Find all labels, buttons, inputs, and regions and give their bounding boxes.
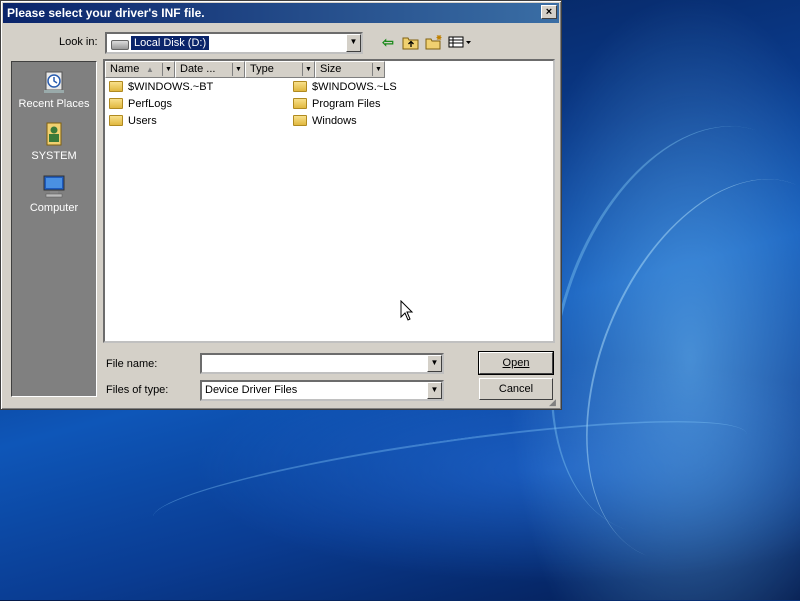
- place-system[interactable]: SYSTEM: [12, 120, 96, 162]
- file-name: Program Files: [312, 98, 381, 110]
- chevron-down-icon[interactable]: ▼: [427, 355, 442, 372]
- place-recent-places[interactable]: Recent Places: [12, 68, 96, 110]
- look-in-label: Look in:: [59, 36, 98, 48]
- computer-icon: [43, 175, 65, 198]
- local-disk-icon: [111, 40, 129, 50]
- close-icon: ×: [545, 6, 553, 18]
- user-folder-icon: [46, 122, 62, 146]
- folder-icon: [293, 98, 307, 109]
- wallpaper-band: [147, 398, 753, 554]
- column-label: Name: [110, 63, 140, 75]
- resize-grip-icon[interactable]: ◢: [549, 397, 559, 407]
- folder-icon: [293, 115, 307, 126]
- column-label: Type: [250, 63, 274, 75]
- place-label: SYSTEM: [31, 150, 77, 162]
- list-item[interactable]: $WINDOWS.~LS: [293, 79, 397, 95]
- file-name: Users: [128, 115, 157, 127]
- column-label: Size: [320, 63, 342, 75]
- folder-icon: [109, 115, 123, 126]
- folder-icon: [109, 81, 123, 92]
- open-button-label: Open: [502, 357, 530, 369]
- sort-ascending-icon: ▲: [146, 65, 154, 74]
- list-item[interactable]: Program Files: [293, 96, 380, 112]
- title-bar[interactable]: Please select your driver's INF file. ×: [3, 3, 559, 23]
- chevron-down-icon[interactable]: ▼: [232, 63, 244, 76]
- up-one-level-icon[interactable]: [402, 34, 420, 50]
- place-computer[interactable]: Computer: [12, 172, 96, 214]
- file-list[interactable]: Name ▲ ▼ Date ... ▼ Type ▼ Size ▼ $WINDO…: [103, 59, 555, 343]
- file-type-dropdown[interactable]: Device Driver Files ▼: [200, 380, 444, 401]
- cancel-button-label: Cancel: [498, 383, 534, 395]
- chevron-down-icon[interactable]: ▼: [162, 63, 174, 76]
- folder-icon: [293, 81, 307, 92]
- chevron-down-icon[interactable]: ▼: [302, 63, 314, 76]
- column-header-type[interactable]: Type ▼: [245, 61, 315, 78]
- column-label: Date ...: [180, 63, 216, 75]
- wallpaper-glow: [533, 139, 800, 601]
- file-name: Windows: [312, 115, 357, 127]
- open-file-dialog: Please select your driver's INF file. × …: [0, 0, 562, 410]
- place-label: Computer: [29, 202, 79, 214]
- mouse-pointer-icon: [400, 300, 414, 321]
- folder-icon: [109, 98, 123, 109]
- recent-places-icon: [44, 71, 64, 93]
- list-item[interactable]: PerfLogs: [109, 96, 172, 112]
- file-name: PerfLogs: [128, 98, 173, 110]
- file-name: $WINDOWS.~LS: [312, 81, 397, 93]
- back-icon[interactable]: ⇦: [379, 34, 397, 50]
- file-name-field[interactable]: ▼: [200, 353, 444, 374]
- list-item[interactable]: $WINDOWS.~BT: [109, 79, 213, 95]
- file-type-value: Device Driver Files: [205, 384, 298, 396]
- column-header-date[interactable]: Date ... ▼: [175, 61, 245, 78]
- file-name: $WINDOWS.~BT: [128, 81, 214, 93]
- new-folder-icon[interactable]: [425, 34, 443, 50]
- column-header-size[interactable]: Size ▼: [315, 61, 385, 78]
- cancel-button[interactable]: Cancel: [479, 378, 553, 400]
- look-in-dropdown[interactable]: Local Disk (D:) ▼: [105, 32, 363, 54]
- chevron-down-icon[interactable]: ▼: [372, 63, 384, 76]
- views-icon[interactable]: [448, 34, 472, 50]
- place-label: Recent Places: [18, 98, 90, 110]
- file-type-label: Files of type:: [106, 384, 169, 396]
- list-item[interactable]: Users: [109, 113, 157, 129]
- dialog-title: Please select your driver's INF file.: [7, 6, 205, 20]
- column-header-name[interactable]: Name ▲ ▼: [105, 61, 175, 78]
- list-item[interactable]: Windows: [293, 113, 357, 129]
- places-bar: Recent Places SYSTEM Computer: [11, 61, 97, 397]
- look-in-value: Local Disk (D:): [131, 36, 210, 50]
- open-button[interactable]: Open: [478, 351, 554, 375]
- chevron-down-icon[interactable]: ▼: [346, 34, 361, 52]
- file-name-label: File name:: [106, 358, 158, 370]
- chevron-down-icon[interactable]: ▼: [427, 382, 442, 399]
- close-button[interactable]: ×: [541, 5, 557, 19]
